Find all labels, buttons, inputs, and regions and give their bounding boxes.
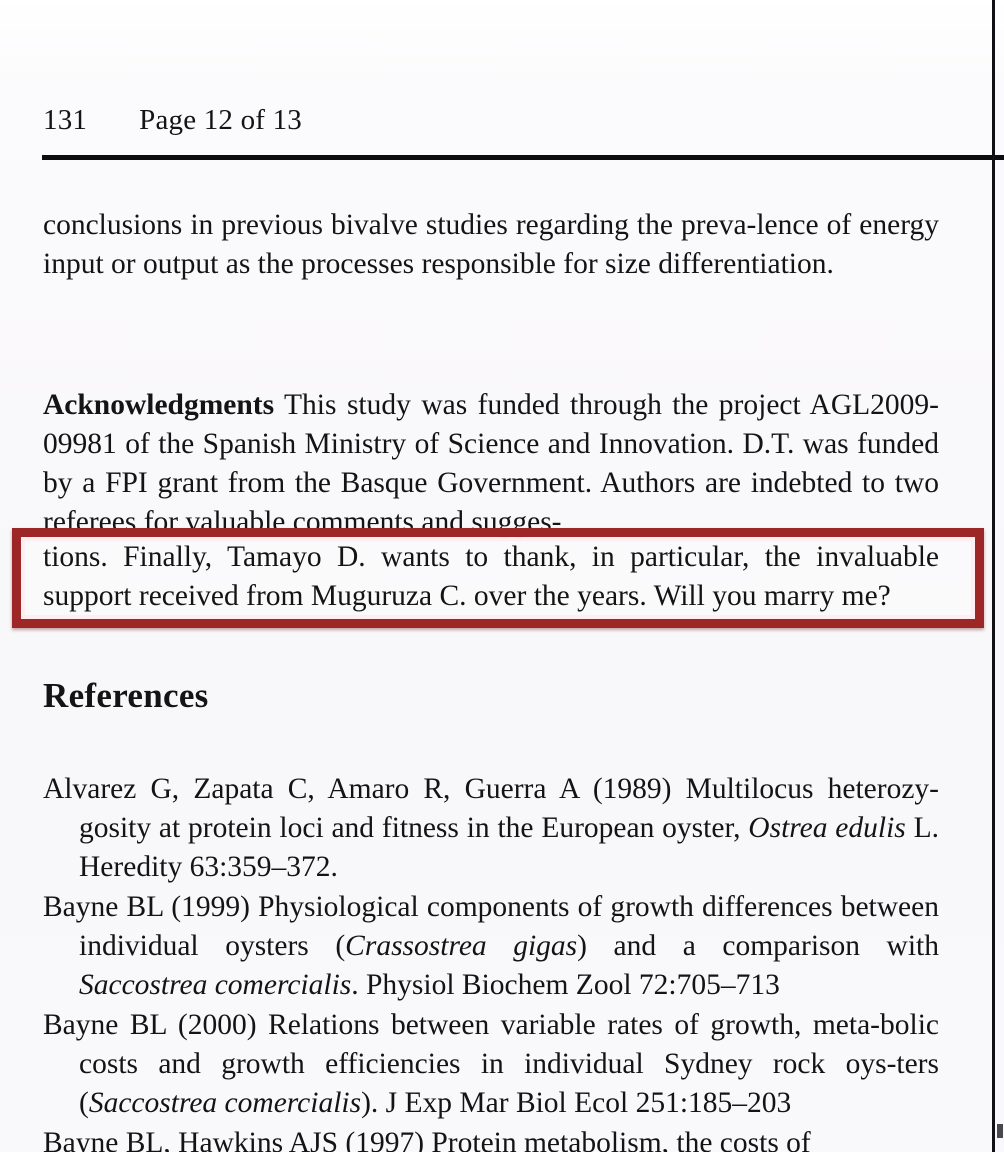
reference-text-tail: ) and a comparison with: [577, 930, 940, 962]
paragraph-acknowledgments: Acknowledgments This study was funded th…: [43, 386, 939, 542]
header-rule: [42, 155, 1004, 160]
references-heading: References: [43, 676, 209, 715]
reference-species-name: Ostrea edulis: [748, 812, 906, 844]
reference-item: Bayne BL, Hawkins AJS (1997) Protein met…: [43, 1124, 939, 1152]
scanned-page: 131 Page 12 of 13 conclusions in previous…: [0, 0, 1004, 1152]
reference-species-name: Crassostrea gigas: [345, 930, 578, 962]
reference-item: Bayne BL (2000) Relations between variab…: [43, 1006, 939, 1123]
paragraph-conclusion: conclusions in previous bivalve studies …: [43, 209, 939, 280]
reference-text-tail: ). J Exp Mar Biol Ecol 251:185–203: [361, 1087, 792, 1119]
paragraph-marriage-proposal: tions. Finally, Tamayo D. wants to thank…: [43, 541, 939, 612]
running-head: 131 Page 12 of 13: [43, 104, 943, 137]
reference-species-name-2: Saccostrea comercialis: [79, 969, 352, 1001]
reference-item: Alvarez G, Zapata C, Amaro R, Guerra A (…: [43, 770, 939, 887]
acknowledgments-heading: Acknowledgments: [43, 389, 275, 421]
scan-artifact-speck: [997, 1124, 1003, 1138]
reference-species-name: Saccostrea comercialis: [88, 1087, 362, 1119]
references-list: Alvarez G, Zapata C, Amaro R, Guerra A (…: [43, 770, 939, 1152]
reference-item: Bayne BL (1999) Physiological components…: [43, 888, 939, 1005]
page-counter-label: Page 12 of 13: [139, 104, 302, 136]
page-edge-line: [992, 0, 995, 1152]
folio-number: 131: [43, 104, 88, 136]
reference-text-tail-2: . Physiol Biochem Zool 72:705–713: [351, 969, 780, 1001]
reference-text: Bayne BL, Hawkins AJS (1997) Protein met…: [43, 1127, 811, 1152]
